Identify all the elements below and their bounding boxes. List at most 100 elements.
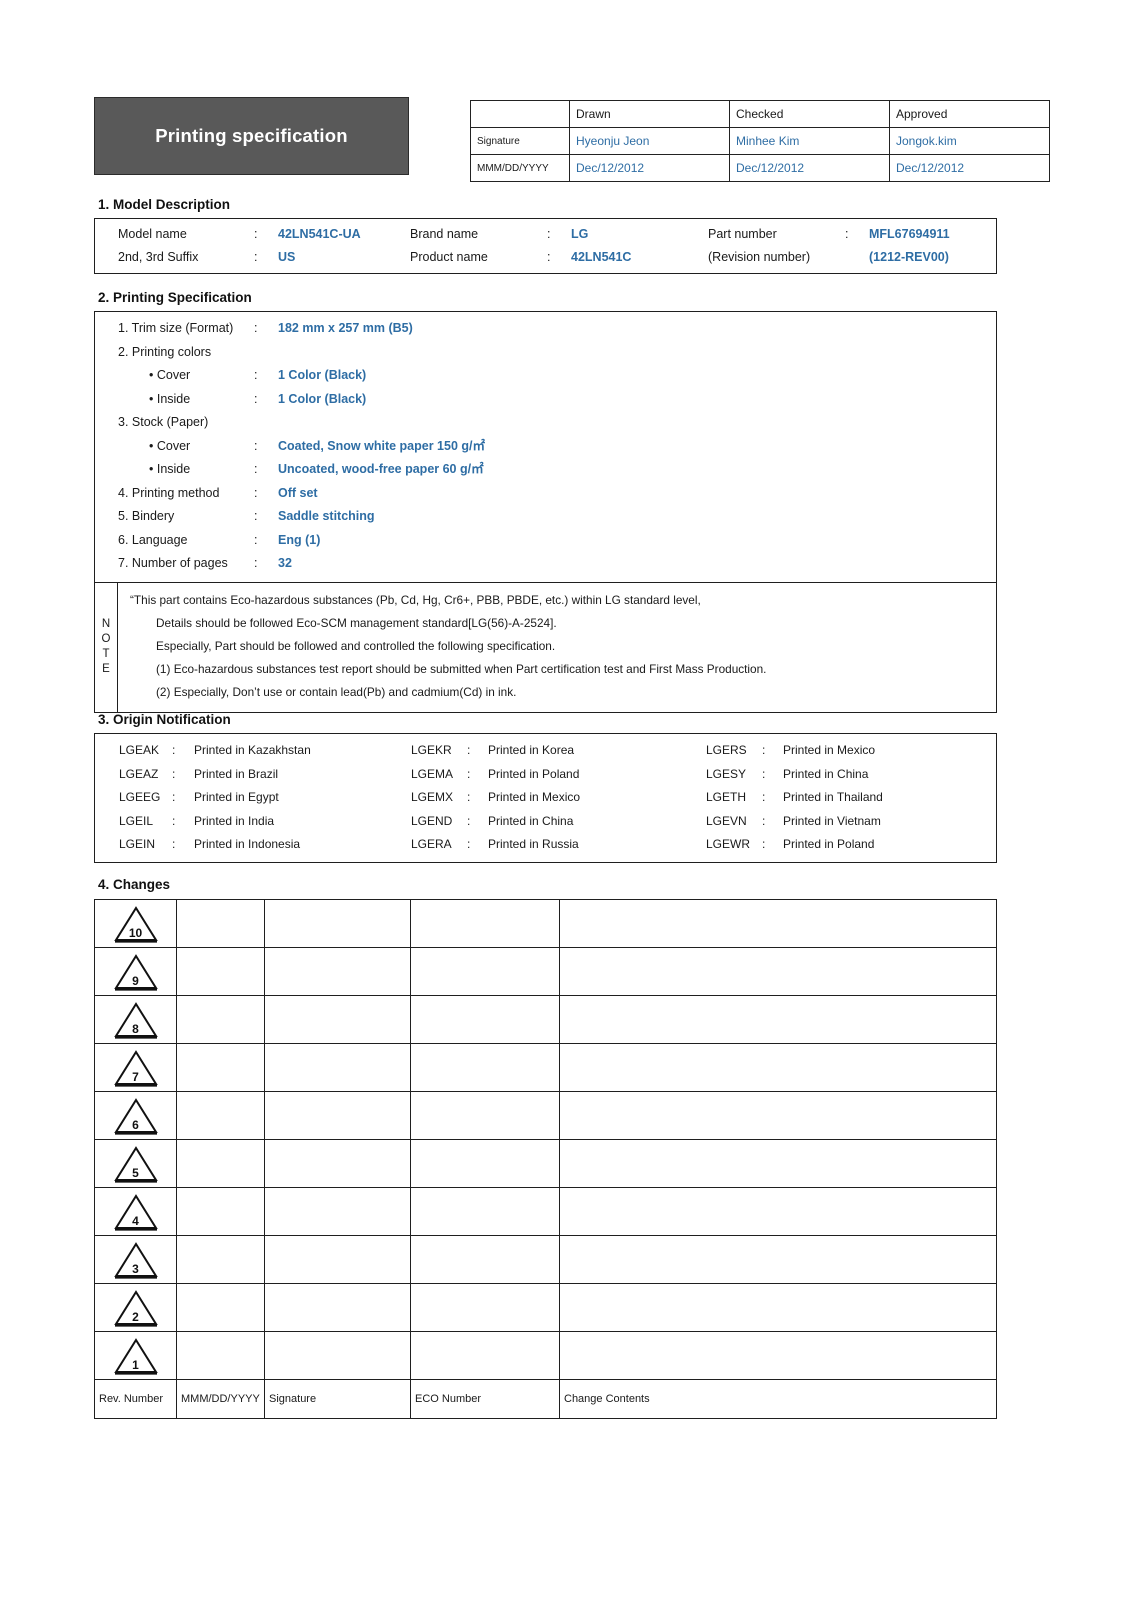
printing-spec-value: Eng (1) bbox=[278, 532, 321, 547]
revision-number: 6 bbox=[132, 1117, 139, 1132]
change-contents-cell bbox=[559, 899, 997, 948]
change-signature-cell bbox=[264, 1091, 411, 1140]
note-body: “This part contains Eco-hazardous substa… bbox=[118, 583, 996, 712]
origin-code: LGEIN bbox=[119, 837, 156, 851]
table-row: 7 bbox=[94, 1043, 997, 1092]
printing-spec-list: 1. Trim size (Format): 182 mm x 257 mm (B… bbox=[95, 312, 996, 582]
approval-column-checked: Checked bbox=[729, 100, 890, 128]
origin-text: Printed in Mexico bbox=[488, 790, 581, 804]
approval-date-row: MMM/DD/YYYY Dec/12/2012 Dec/12/2012 Dec/… bbox=[470, 154, 1050, 182]
origin-text: Printed in Brazil bbox=[194, 766, 279, 781]
table-row: 8 bbox=[94, 995, 997, 1044]
origin-code: LGEAK bbox=[119, 743, 160, 757]
approval-corner-cell bbox=[470, 100, 570, 128]
printing-spec-row: 1. Trim size (Format): 182 mm x 257 mm (B… bbox=[95, 317, 996, 341]
origin-colon: : bbox=[467, 766, 471, 781]
change-signature-cell bbox=[264, 995, 411, 1044]
printing-specification-panel: 1. Trim size (Format): 182 mm x 257 mm (B… bbox=[94, 311, 997, 713]
origin-code: LGEEG bbox=[119, 790, 161, 804]
changes-footer-row: Rev. Number MMM/DD/YYYY Signature ECO Numbe… bbox=[94, 1379, 997, 1419]
change-rev-cell: 8 bbox=[94, 995, 177, 1044]
origin-text: Printed in Mexico bbox=[783, 743, 876, 757]
origin-text: Printed in Vietnam bbox=[783, 813, 881, 828]
approval-date-label-cell: MMM/DD/YYYY bbox=[470, 154, 570, 182]
signature-checked: Minhee Kim bbox=[736, 134, 800, 148]
revision-triangle-icon: 4 bbox=[113, 1193, 159, 1231]
note-line: (2) Especially, Don’t use or contain lea… bbox=[156, 684, 517, 699]
change-eco-cell bbox=[410, 899, 560, 948]
date-approved: Dec/12/2012 bbox=[896, 161, 965, 175]
change-rev-cell: 9 bbox=[94, 947, 177, 996]
approval-signature-label-cell: Signature bbox=[470, 127, 570, 155]
origin-colon: : bbox=[762, 743, 766, 757]
origin-code: LGEIL bbox=[119, 813, 154, 828]
model-desc-value: 42LN541C bbox=[571, 250, 632, 264]
page-title: Printing specification bbox=[155, 125, 348, 146]
origin-code: LGEVN bbox=[706, 813, 747, 828]
printing-spec-colon: : bbox=[254, 532, 258, 547]
changes-table: 10 9 8 7 6 5 4 3 2 1 Rev. Number MMM/DD/YYYY Signatu… bbox=[94, 899, 997, 1419]
date-checked: Dec/12/2012 bbox=[736, 161, 805, 175]
printing-spec-value: 1 Color (Black) bbox=[278, 368, 367, 382]
change-date-cell bbox=[176, 1139, 265, 1188]
origin-text: Printed in India bbox=[194, 813, 275, 828]
date-drawn: Dec/12/2012 bbox=[576, 161, 645, 175]
model-desc-label: (Revision number) bbox=[708, 250, 811, 264]
model-desc-value: LG bbox=[571, 227, 589, 241]
revision-number: 1 bbox=[132, 1357, 139, 1372]
approval-date-checked-cell: Dec/12/2012 bbox=[729, 154, 890, 182]
printing-spec-value: Uncoated, wood-free paper 60 g/㎡ bbox=[278, 462, 484, 476]
change-eco-cell bbox=[410, 1331, 560, 1380]
change-contents-cell bbox=[559, 1139, 997, 1188]
printing-spec-colon: : bbox=[254, 321, 258, 335]
change-rev-cell: 6 bbox=[94, 1091, 177, 1140]
change-contents-cell bbox=[559, 947, 997, 996]
change-signature-cell bbox=[264, 899, 411, 948]
origin-text: Printed in Indonesia bbox=[194, 837, 301, 851]
change-eco-cell bbox=[410, 1043, 560, 1092]
section-heading-printing-specification: 2. Printing Specification bbox=[98, 290, 252, 305]
model-desc-label: Brand name bbox=[410, 227, 479, 241]
origin-colon: : bbox=[762, 766, 766, 781]
revision-number: 7 bbox=[132, 1069, 139, 1084]
origin-code: LGESY bbox=[706, 766, 747, 781]
change-rev-cell: 7 bbox=[94, 1043, 177, 1092]
revision-triangle-icon: 9 bbox=[113, 953, 159, 991]
printing-spec-row: 2. Printing colors bbox=[95, 341, 996, 365]
change-signature-cell bbox=[264, 1331, 411, 1380]
revision-triangle-icon: 2 bbox=[113, 1289, 159, 1327]
approval-column-drawn: Drawn bbox=[569, 100, 730, 128]
document-title-box: Printing specification bbox=[94, 97, 409, 175]
origin-colon: : bbox=[172, 813, 176, 828]
revision-triangle-icon: 10 bbox=[113, 905, 159, 943]
table-row: 3 bbox=[94, 1235, 997, 1284]
printing-spec-label: • Cover bbox=[149, 438, 191, 453]
table-row: 5 bbox=[94, 1139, 997, 1188]
printing-specification-document: Printing specification Drawn Checked App… bbox=[0, 0, 1132, 1600]
origin-text: Printed in Poland bbox=[783, 837, 875, 851]
revision-triangle-icon: 7 bbox=[113, 1049, 159, 1087]
model-desc-label: Model name bbox=[118, 227, 187, 241]
origin-code: LGEMA bbox=[411, 766, 454, 781]
note-line: Details should be followed Eco-SCM manag… bbox=[156, 615, 557, 630]
changes-footer-rev-number: Rev. Number bbox=[99, 1393, 163, 1405]
change-date-cell bbox=[176, 1331, 265, 1380]
model-desc-value: MFL67694911 bbox=[869, 227, 950, 241]
origin-colon: : bbox=[762, 813, 766, 828]
change-contents-cell bbox=[559, 1091, 997, 1140]
table-row: 9 bbox=[94, 947, 997, 996]
change-contents-cell bbox=[559, 1331, 997, 1380]
change-contents-cell bbox=[559, 995, 997, 1044]
printing-spec-value: Off set bbox=[278, 485, 318, 500]
printing-spec-label: 3. Stock (Paper) bbox=[118, 415, 209, 429]
change-rev-cell: 2 bbox=[94, 1283, 177, 1332]
note-letter: N bbox=[101, 618, 111, 630]
model-desc-colon: : bbox=[845, 227, 849, 241]
change-eco-cell bbox=[410, 995, 560, 1044]
printing-spec-colon: : bbox=[254, 368, 258, 382]
printing-spec-row: 5. Bindery: Saddle stitching bbox=[95, 505, 996, 529]
model-desc-colon: : bbox=[254, 250, 258, 264]
approval-header-drawn: Drawn bbox=[576, 107, 611, 121]
origin-row: LGEAK: Printed in Kazakhstan LGEKR: Printed… bbox=[95, 739, 996, 763]
change-eco-cell bbox=[410, 1283, 560, 1332]
